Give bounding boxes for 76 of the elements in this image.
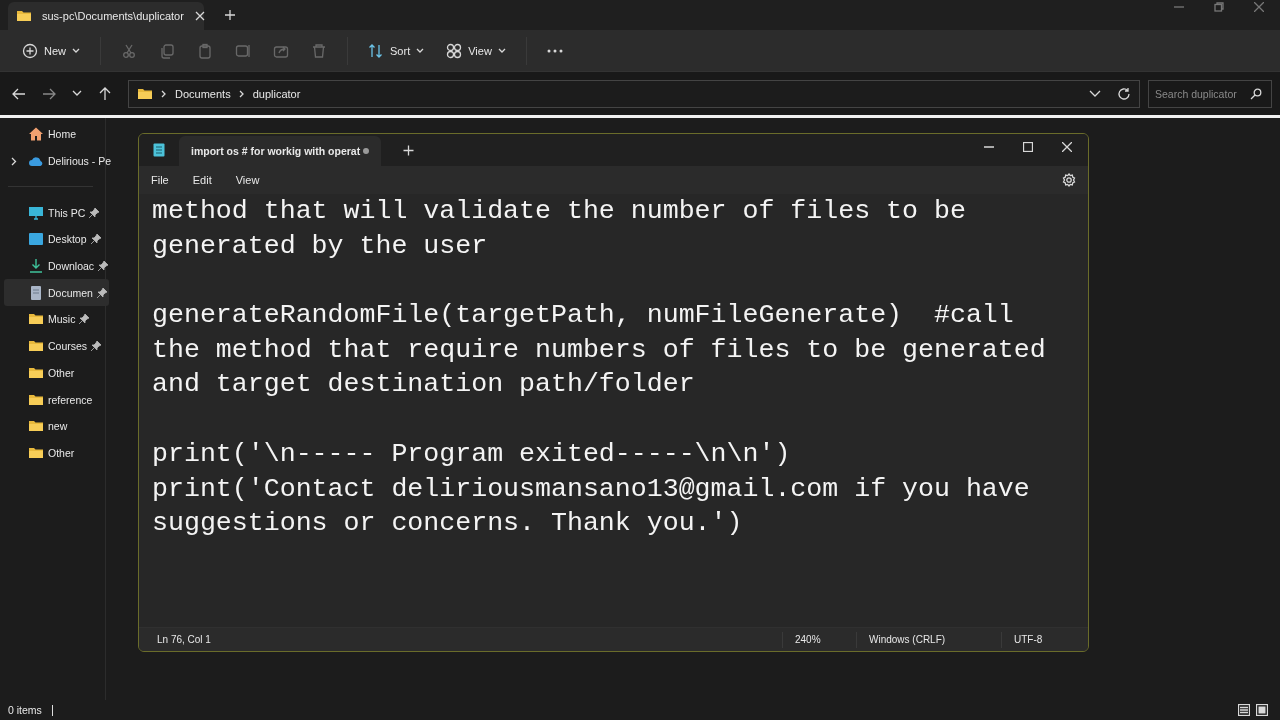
chevron-down-icon[interactable] <box>72 89 82 98</box>
back-icon[interactable] <box>12 86 26 101</box>
menu-item[interactable]: View <box>235 174 270 186</box>
new-button[interactable]: New <box>14 36 88 65</box>
zoom-level[interactable]: 240% <box>782 631 856 648</box>
add-icon <box>22 42 38 59</box>
search-field[interactable]: Search duplicator <box>1148 79 1272 108</box>
code-line: generated by the user <box>152 229 489 263</box>
code-line: method that will validate the number of files to be <box>152 195 967 228</box>
chevron-icon <box>497 47 506 54</box>
forward-icon[interactable] <box>42 86 56 101</box>
copy-icon <box>159 42 175 59</box>
encoding[interactable]: UTF-8 <box>1001 631 1088 648</box>
item-count: 0 items <box>8 704 42 716</box>
desktop-icon <box>28 231 44 248</box>
sidebar-item[interactable]: Home <box>4 121 104 148</box>
sort-button[interactable]: Sort <box>360 36 433 65</box>
cut-icon <box>121 42 137 59</box>
tab-title: sus-pc\Documents\duplicator <box>42 10 184 22</box>
code-line: the method that require numbers of files to be generated <box>152 333 1047 367</box>
explorer-tab[interactable]: sus-pc\Documents\duplicator <box>8 2 204 30</box>
more-icon <box>546 48 563 53</box>
sidebar-item[interactable]: Desktop <box>4 226 104 253</box>
notepad-tab[interactable]: import os # for workig with operat <box>179 136 381 166</box>
notepad-icon <box>153 143 165 157</box>
line-ending[interactable]: Windows (CRLF) <box>856 631 1001 648</box>
add-tab-icon[interactable] <box>224 9 236 21</box>
sidebar-item[interactable]: Music <box>4 306 104 333</box>
menu-item[interactable]: File <box>151 174 179 186</box>
rename-icon <box>235 42 251 59</box>
sidebar-item[interactable]: Courses <box>4 332 104 360</box>
sidebar-item[interactable]: Documen <box>4 279 109 307</box>
grid-icon <box>446 42 463 59</box>
chevron-down-icon[interactable] <box>1089 89 1101 98</box>
tab-title: import os # for workig with operat <box>191 145 362 157</box>
code-line: print('Contact deliriousmansano13@gmail.com if you have <box>152 472 1031 506</box>
add-tab-icon[interactable] <box>403 145 414 156</box>
chevron-right-icon <box>161 89 167 98</box>
close-icon[interactable] <box>193 10 206 22</box>
menu-item[interactable]: Edit <box>192 174 222 186</box>
sidebar-item[interactable]: This PC <box>4 199 104 227</box>
code-line: generateRandomFile(targetPath, numFileGenerate) #call <box>152 299 1015 333</box>
chevron-right-icon <box>238 89 245 98</box>
restore-icon[interactable] <box>1214 2 1224 12</box>
maximize-icon[interactable] <box>1023 142 1033 152</box>
download-icon <box>28 258 44 275</box>
code-line: suggestions or concerns. Thank you.') <box>152 507 744 541</box>
expand-icon[interactable] <box>11 156 17 166</box>
cursor-position: Ln 76, Col 1 <box>157 634 211 645</box>
tiles-view-icon[interactable] <box>1256 704 1268 716</box>
view-button[interactable]: View <box>438 36 514 65</box>
code-line: print('\n----- Program exited-----\n\n') <box>152 437 792 471</box>
monitor-icon <box>28 204 44 221</box>
sidebar-item[interactable]: Downloac <box>4 252 111 280</box>
search-icon <box>1250 87 1262 100</box>
trash-icon <box>311 42 327 59</box>
sidebar-item[interactable]: Delirious - Pe <box>4 147 114 175</box>
sort-icon <box>368 42 384 59</box>
sidebar-item[interactable]: new <box>4 412 104 440</box>
breadcrumb-item[interactable]: Documents <box>175 87 231 100</box>
settings-icon[interactable] <box>1062 173 1076 187</box>
details-view-icon[interactable] <box>1238 704 1250 716</box>
sidebar-item[interactable]: Other <box>4 439 104 467</box>
sidebar-item[interactable]: reference <box>4 386 104 413</box>
sidebar-item[interactable]: Other <box>4 359 104 387</box>
chevron-icon <box>416 47 425 54</box>
breadcrumb-item[interactable]: duplicator <box>252 87 301 100</box>
chevron-icon <box>72 47 80 54</box>
paste-icon <box>197 42 213 59</box>
address-bar[interactable]: Documents duplicator <box>128 79 1140 108</box>
code-line: and target destination path/folder <box>152 368 696 402</box>
refresh-icon[interactable] <box>1117 86 1131 101</box>
document-icon <box>28 284 44 301</box>
up-icon[interactable] <box>98 86 112 101</box>
folder-icon <box>16 8 32 24</box>
house-icon <box>28 126 44 143</box>
